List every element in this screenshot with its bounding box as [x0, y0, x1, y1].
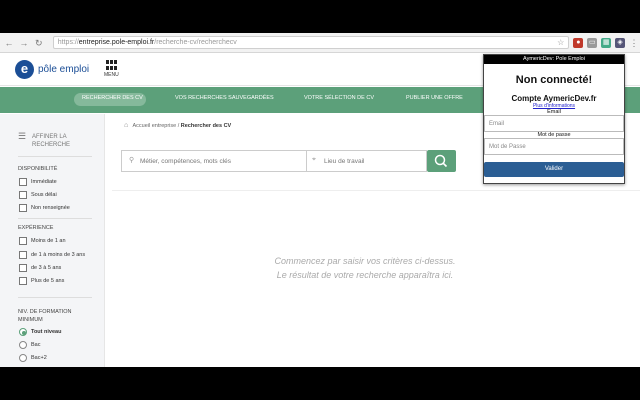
option-label: Moins de 1 an [31, 238, 66, 244]
empty-state-line: Commencez par saisir vos critères ci-des… [274, 256, 456, 266]
popup-title-bar: AymericDev: Pole Emploi [484, 55, 624, 64]
checkbox-plus-5-ans[interactable] [19, 277, 27, 285]
nav-item-publier-offre[interactable]: PUBLIER UNE OFFRE [406, 95, 463, 101]
pole-emploi-logo[interactable]: e pôle emploi [15, 60, 89, 79]
option-label: Non renseignée [31, 205, 70, 211]
nav-item-rechercher-cv[interactable]: RECHERCHER DES CV [82, 95, 143, 101]
option-label: Tout niveau [31, 329, 62, 335]
validate-button[interactable]: Valider [484, 162, 624, 177]
reload-icon[interactable]: ↻ [33, 37, 45, 49]
menu-label: MENU [104, 72, 119, 78]
extension-icon-aymericdev[interactable]: ◈ [615, 37, 626, 48]
logo-mark-icon: e [15, 60, 34, 79]
nav-item-selection-cv[interactable]: VOTRE SÉLECTION DE CV [304, 95, 374, 101]
option-label: Immédiate [31, 179, 57, 185]
checkbox-immediate[interactable] [19, 178, 27, 186]
formation-heading: NIV. DE FORMATION MINIMUM [18, 309, 72, 323]
availability-heading: DISPONIBILITÉ [18, 166, 58, 172]
divider [306, 151, 307, 171]
checkbox-moins-1-an[interactable] [19, 237, 27, 245]
search-button[interactable] [427, 150, 456, 172]
radio-bac[interactable] [19, 341, 27, 349]
search-icon: ⚲ [129, 157, 135, 164]
nav-item-recherches-sauvegardees[interactable]: VOS RECHERCHES SAUVEGARDÉES [175, 95, 274, 101]
url-protocol: https:// [57, 39, 79, 46]
search-form: ⚲ Métier, compétences, mots clés ⌖ Lieu … [121, 150, 427, 172]
option-label: de 1 à moins de 3 ans [31, 252, 86, 258]
checkbox-sous-delai[interactable] [19, 191, 27, 199]
divider [18, 156, 92, 157]
bookmark-star-icon[interactable]: ☆ [557, 38, 564, 47]
connection-status: Non connecté! [515, 74, 593, 86]
forward-icon[interactable]: → [18, 37, 30, 49]
refine-search-label: AFFINER LA RECHERCHE [32, 134, 71, 148]
breadcrumb: ⌂ Accueil entreprise / Rechercher des CV [124, 122, 231, 129]
checkbox-1-3-ans[interactable] [19, 251, 27, 259]
location-pin-icon: ⌖ [312, 156, 316, 163]
url-path: /recherche-cv/recherchecv [154, 39, 237, 46]
radio-bac-2[interactable] [19, 354, 27, 362]
grid-menu-icon [105, 60, 117, 70]
password-field[interactable]: Mot de Passe [484, 138, 624, 155]
email-field[interactable]: Email [484, 115, 624, 132]
extension-icon-adblock[interactable]: ● [573, 37, 584, 48]
divider [18, 218, 92, 219]
logo-text: pôle emploi [38, 64, 90, 75]
empty-state-line: Le résultat de votre recherche apparaîtr… [276, 270, 454, 280]
breadcrumb-current: Rechercher des CV [180, 123, 232, 129]
option-label: Sous délai [31, 192, 57, 198]
divider [18, 297, 92, 298]
option-label: de 3 à 5 ans [31, 265, 62, 271]
browser-toolbar: ← → ↻ https:// entreprise.pole-emploi.fr… [0, 33, 640, 53]
option-label: Plus de 5 ans [31, 278, 65, 284]
url-host: entreprise.pole-emploi.fr [78, 39, 155, 46]
divider [112, 190, 640, 191]
account-heading: Compte AymericDev.fr [511, 94, 597, 103]
back-icon[interactable]: ← [3, 37, 15, 49]
browser-menu-icon[interactable]: ⋮ [628, 37, 640, 49]
address-bar[interactable]: https:// entreprise.pole-emploi.fr /rech… [52, 36, 570, 49]
job-search-input[interactable]: Métier, compétences, mots clés [140, 158, 231, 165]
option-label: Bac [31, 342, 41, 348]
option-label: Bac+2 [31, 355, 47, 361]
extension-icon-cast[interactable]: ▭ [587, 37, 598, 48]
magnifier-icon [434, 154, 448, 168]
location-input[interactable]: Lieu de travail [324, 158, 364, 165]
filters-sidebar: ☰ AFFINER LA RECHERCHE DISPONIBILITÉ Imm… [0, 114, 105, 367]
home-icon[interactable]: ⌂ [124, 122, 128, 129]
filter-sliders-icon: ☰ [18, 131, 27, 141]
menu-button[interactable]: MENU [104, 60, 119, 78]
extension-icon-sheet[interactable]: ▦ [601, 37, 612, 48]
empty-state-message: Commencez par saisir vos critères ci-des… [250, 254, 480, 282]
checkbox-3-5-ans[interactable] [19, 264, 27, 272]
extension-popup: AymericDev: Pole Emploi Non connecté! Co… [483, 54, 625, 184]
checkbox-non-renseignee[interactable] [19, 204, 27, 212]
breadcrumb-home-link[interactable]: Accueil entreprise [132, 123, 176, 129]
radio-tout-niveau[interactable] [19, 328, 27, 336]
experience-heading: EXPÉRIENCE [18, 225, 54, 231]
